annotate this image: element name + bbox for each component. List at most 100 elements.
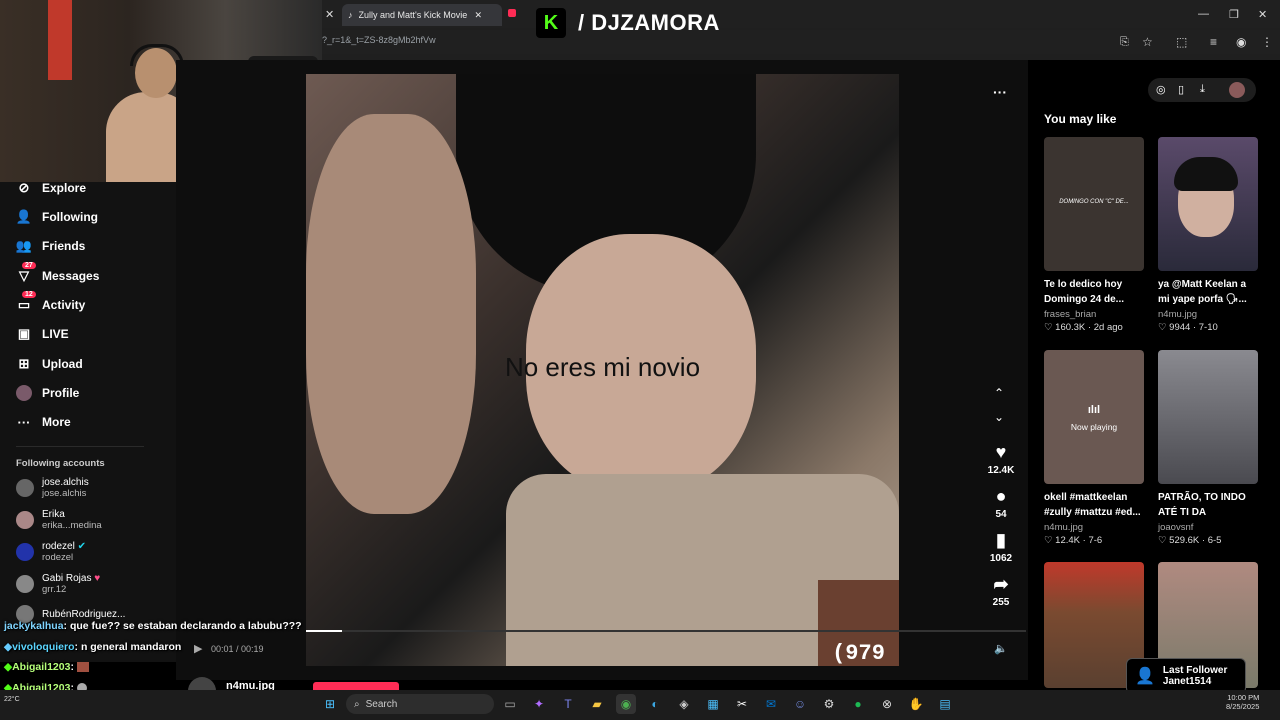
app-icon[interactable]: ✋ bbox=[906, 694, 926, 714]
bookmark-icon: ▮ bbox=[996, 530, 1006, 550]
account-item[interactable]: jose.alchis jose.alchis bbox=[16, 477, 89, 499]
progress-bar[interactable] bbox=[306, 630, 1026, 632]
video-card[interactable]: DOMINGO CON "C" DE... Te lo dedico hoy D… bbox=[1044, 137, 1144, 333]
play-icon[interactable]: ▶ bbox=[194, 642, 202, 655]
close-window-button[interactable]: ✕ bbox=[1258, 8, 1267, 21]
edge-icon[interactable]: ◐ bbox=[645, 694, 665, 714]
xbox-icon[interactable]: ⊗ bbox=[877, 694, 897, 714]
tab-title: Zully and Matt's Kick Movie Ed bbox=[358, 10, 469, 20]
card-likes: 160.3K bbox=[1055, 322, 1086, 333]
settings-icon[interactable]: ⚙ bbox=[819, 694, 839, 714]
sidebar-item-profile[interactable]: Profile bbox=[16, 385, 79, 401]
sidebar-item-following[interactable]: 👤 Following bbox=[16, 209, 98, 225]
card-title: Te lo dedico hoy Domingo 24 de... bbox=[1044, 277, 1144, 307]
account-handle: rodezel bbox=[42, 552, 74, 563]
share-icon: ➦ bbox=[993, 574, 1009, 594]
copilot-icon[interactable]: ✦ bbox=[529, 694, 549, 714]
sidebar-item-messages[interactable]: ▽ 27 Messages bbox=[16, 262, 100, 284]
chrome-icon[interactable]: ◉ bbox=[616, 694, 636, 714]
chat-text: n general mandaron bbox=[80, 641, 182, 653]
account-item[interactable]: Gabi Rojas ♥ grr.12 bbox=[16, 573, 100, 595]
bookmark-star-icon[interactable]: ☆ bbox=[1142, 35, 1153, 49]
avatar bbox=[16, 575, 34, 593]
card-likes: 9944 bbox=[1169, 322, 1191, 333]
video-options-icon[interactable]: ··· bbox=[993, 84, 1007, 100]
card-date: 7-6 bbox=[1088, 535, 1103, 546]
sidebar-item-friends[interactable]: 👥 Friends bbox=[16, 238, 85, 254]
sidebar-item-live[interactable]: ▣ LIVE bbox=[16, 326, 69, 342]
maximize-button[interactable]: ❐ bbox=[1229, 8, 1239, 21]
reading-list-icon[interactable]: ≡ bbox=[1210, 35, 1217, 49]
next-video-icon[interactable]: ⌄ bbox=[994, 410, 1004, 424]
clock-date: 8/25/2025 bbox=[1226, 702, 1260, 711]
video-card[interactable]: ılıl Now playing okell #mattkeelan #zully… bbox=[1044, 350, 1144, 546]
card-date: 2d ago bbox=[1093, 322, 1123, 333]
video-thumbnail bbox=[1158, 350, 1258, 484]
account-name: RubénRodriguez... bbox=[42, 608, 126, 620]
sidebar-item-explore[interactable]: ⊘ Explore bbox=[16, 180, 86, 196]
now-playing-label: Now playing bbox=[1070, 422, 1118, 432]
comment-icon: ● bbox=[995, 486, 1007, 506]
user-avatar[interactable] bbox=[1229, 82, 1245, 98]
video-card[interactable]: ya @Matt Keelan a mi yape porfa 🗣... n4m… bbox=[1158, 137, 1258, 333]
equalizer-icon: ılıl bbox=[1087, 404, 1101, 416]
like-button[interactable]: ♥ 12.4K bbox=[978, 442, 1024, 476]
save-button[interactable]: ▮ 1062 bbox=[978, 530, 1024, 564]
device-icon[interactable]: ▯ bbox=[1178, 83, 1184, 96]
task-view-icon[interactable]: ▭ bbox=[500, 694, 520, 714]
coins-icon[interactable]: ◎ bbox=[1156, 83, 1166, 96]
card-likes: 529.6K bbox=[1169, 535, 1200, 546]
browser-tab[interactable]: ♪ Zully and Matt's Kick Movie Ed ✕ bbox=[342, 4, 502, 26]
sidebar-item-more[interactable]: ··· More bbox=[16, 414, 71, 430]
account-item[interactable]: Erika erika...medina bbox=[16, 509, 102, 531]
close-tab-icon[interactable]: ✕ bbox=[325, 8, 334, 21]
account-name-text: rodezel bbox=[42, 541, 75, 552]
address-bar[interactable] bbox=[322, 30, 1280, 54]
search-label: Search bbox=[365, 698, 398, 710]
video-card[interactable]: PATRÃO, TO INDO ATÉ TI DA MELHOR... joao… bbox=[1158, 350, 1258, 546]
volume-icon[interactable]: 🔈 bbox=[994, 642, 1008, 655]
sidebar-item-activity[interactable]: ▭ 12 Activity bbox=[16, 291, 85, 313]
sidebar-item-label: Messages bbox=[42, 269, 100, 283]
comment-button[interactable]: ● 54 bbox=[978, 486, 1024, 520]
teams-icon[interactable]: T bbox=[558, 694, 578, 714]
obs-icon[interactable]: ◈ bbox=[674, 694, 694, 714]
taskbar-search[interactable]: ⌕ Search bbox=[346, 694, 494, 714]
screen-cast-icon[interactable]: ⎘ bbox=[1120, 36, 1129, 49]
file-explorer-icon[interactable]: ▰ bbox=[587, 694, 607, 714]
sidebar-item-upload[interactable]: ⊞ Upload bbox=[16, 356, 83, 372]
profile-icon[interactable]: ◉ bbox=[1236, 35, 1246, 49]
menu-icon[interactable]: ⋮ bbox=[1261, 35, 1273, 49]
capcut-icon[interactable]: ✂ bbox=[732, 694, 752, 714]
start-button[interactable]: ⊞ bbox=[320, 694, 340, 714]
weather-temp: 22°C bbox=[4, 696, 20, 703]
sidebar-item-label: Profile bbox=[42, 386, 80, 400]
extensions-icon[interactable]: ⬚ bbox=[1176, 35, 1187, 49]
divider bbox=[16, 446, 144, 447]
last-follower-widget: 👤 Last Follower Janet1514 bbox=[1126, 658, 1246, 694]
author-name[interactable]: n4mu.jpg bbox=[226, 680, 275, 690]
account-name: rodezel ✔ bbox=[42, 541, 86, 552]
chat-user: vivoloquiero bbox=[12, 641, 75, 653]
close-icon[interactable]: ✕ bbox=[475, 10, 483, 21]
notepad-icon[interactable]: ▤ bbox=[935, 694, 955, 714]
video-time: 00:01 / 00:19 bbox=[211, 644, 264, 654]
minimize-button[interactable]: — bbox=[1198, 8, 1209, 20]
outlook-icon[interactable]: ✉ bbox=[761, 694, 781, 714]
card-user: frases_brian bbox=[1044, 309, 1097, 320]
spotify-icon[interactable]: ● bbox=[848, 694, 868, 714]
sidebar-item-label: LIVE bbox=[42, 327, 69, 341]
clock[interactable]: 10:00 PM 8/25/2025 bbox=[1226, 693, 1259, 711]
profile-avatar-icon bbox=[16, 385, 32, 401]
card-stats: ♡ 529.6K · 6-5 bbox=[1158, 535, 1222, 546]
download-icon[interactable]: ⤓ bbox=[1200, 83, 1205, 96]
discord-icon[interactable]: ☺ bbox=[790, 694, 810, 714]
account-item[interactable]: rodezel ✔ rodezel bbox=[16, 541, 86, 563]
prev-video-icon[interactable]: ⌃ bbox=[994, 386, 1004, 400]
follow-button[interactable] bbox=[313, 682, 399, 690]
heart-icon: ♥ bbox=[995, 442, 1007, 462]
store-icon[interactable]: ▦ bbox=[703, 694, 723, 714]
following-icon: 👤 bbox=[15, 209, 33, 224]
share-button[interactable]: ➦ 255 bbox=[978, 574, 1024, 608]
tab-icon[interactable] bbox=[508, 9, 516, 17]
